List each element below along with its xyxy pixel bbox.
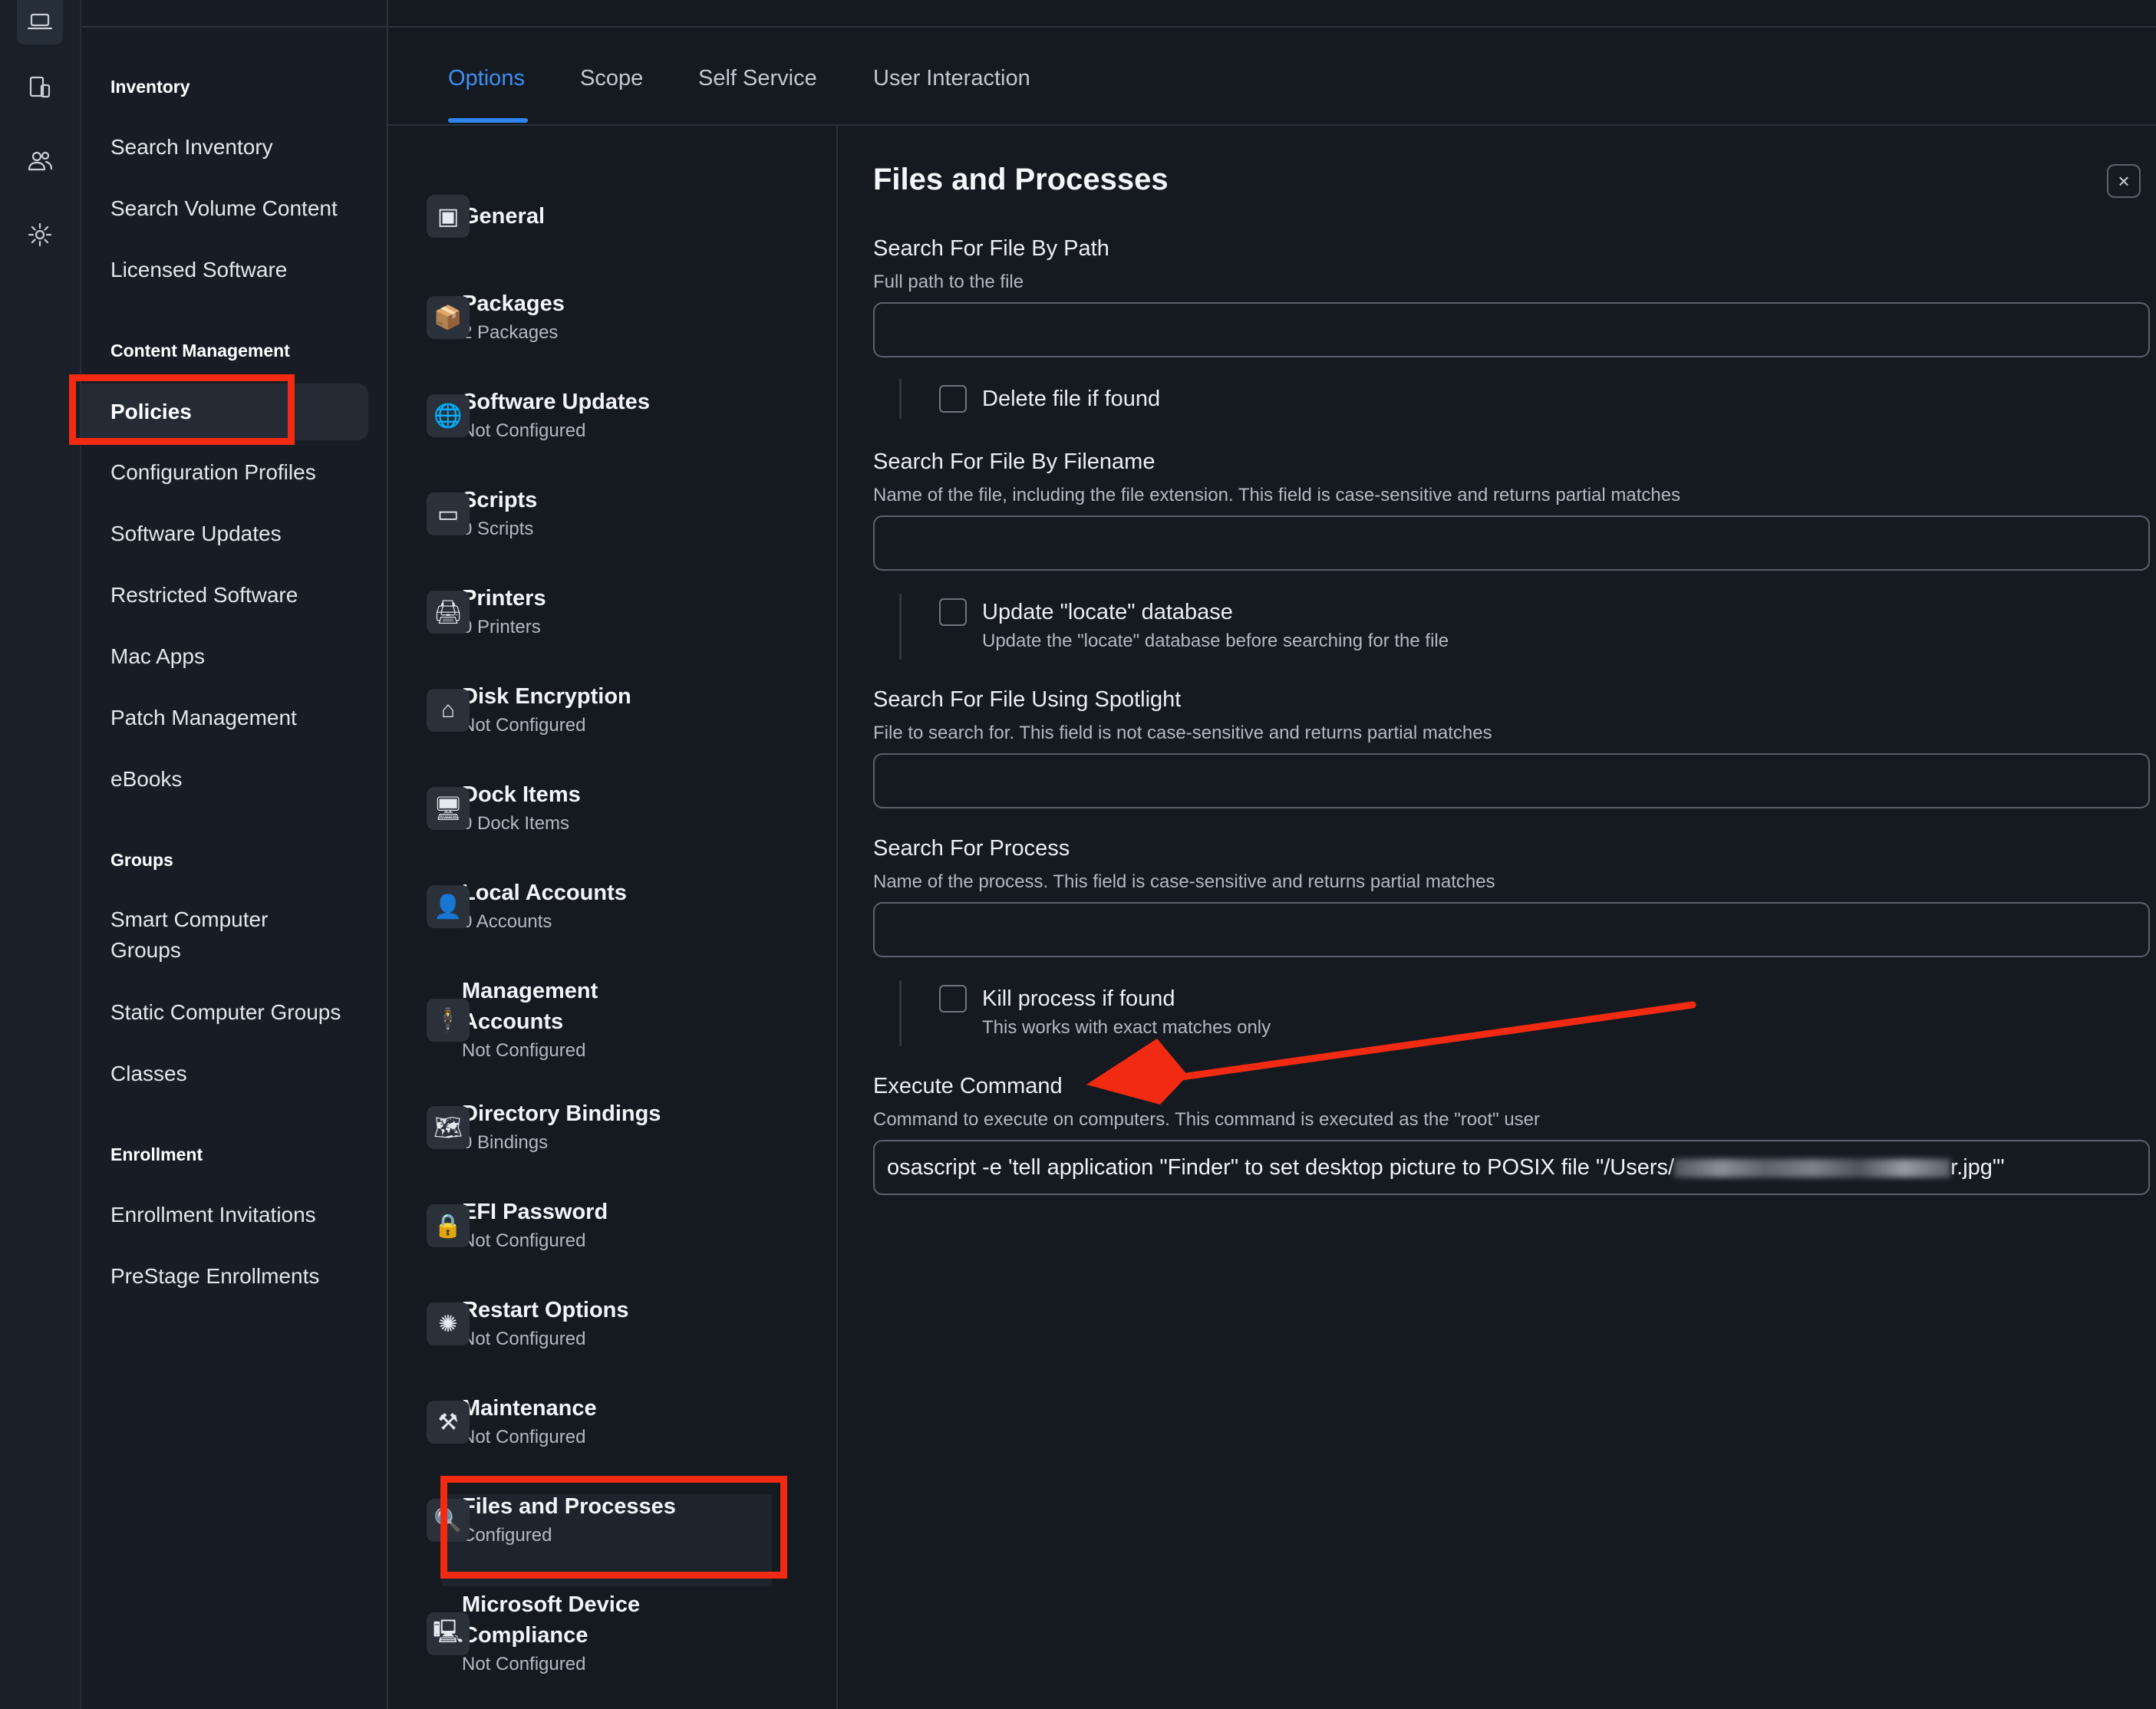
app: Inventory Search Inventory Search Volume… xyxy=(0,0,2156,1709)
annotation-arrow xyxy=(1086,1001,1696,1105)
